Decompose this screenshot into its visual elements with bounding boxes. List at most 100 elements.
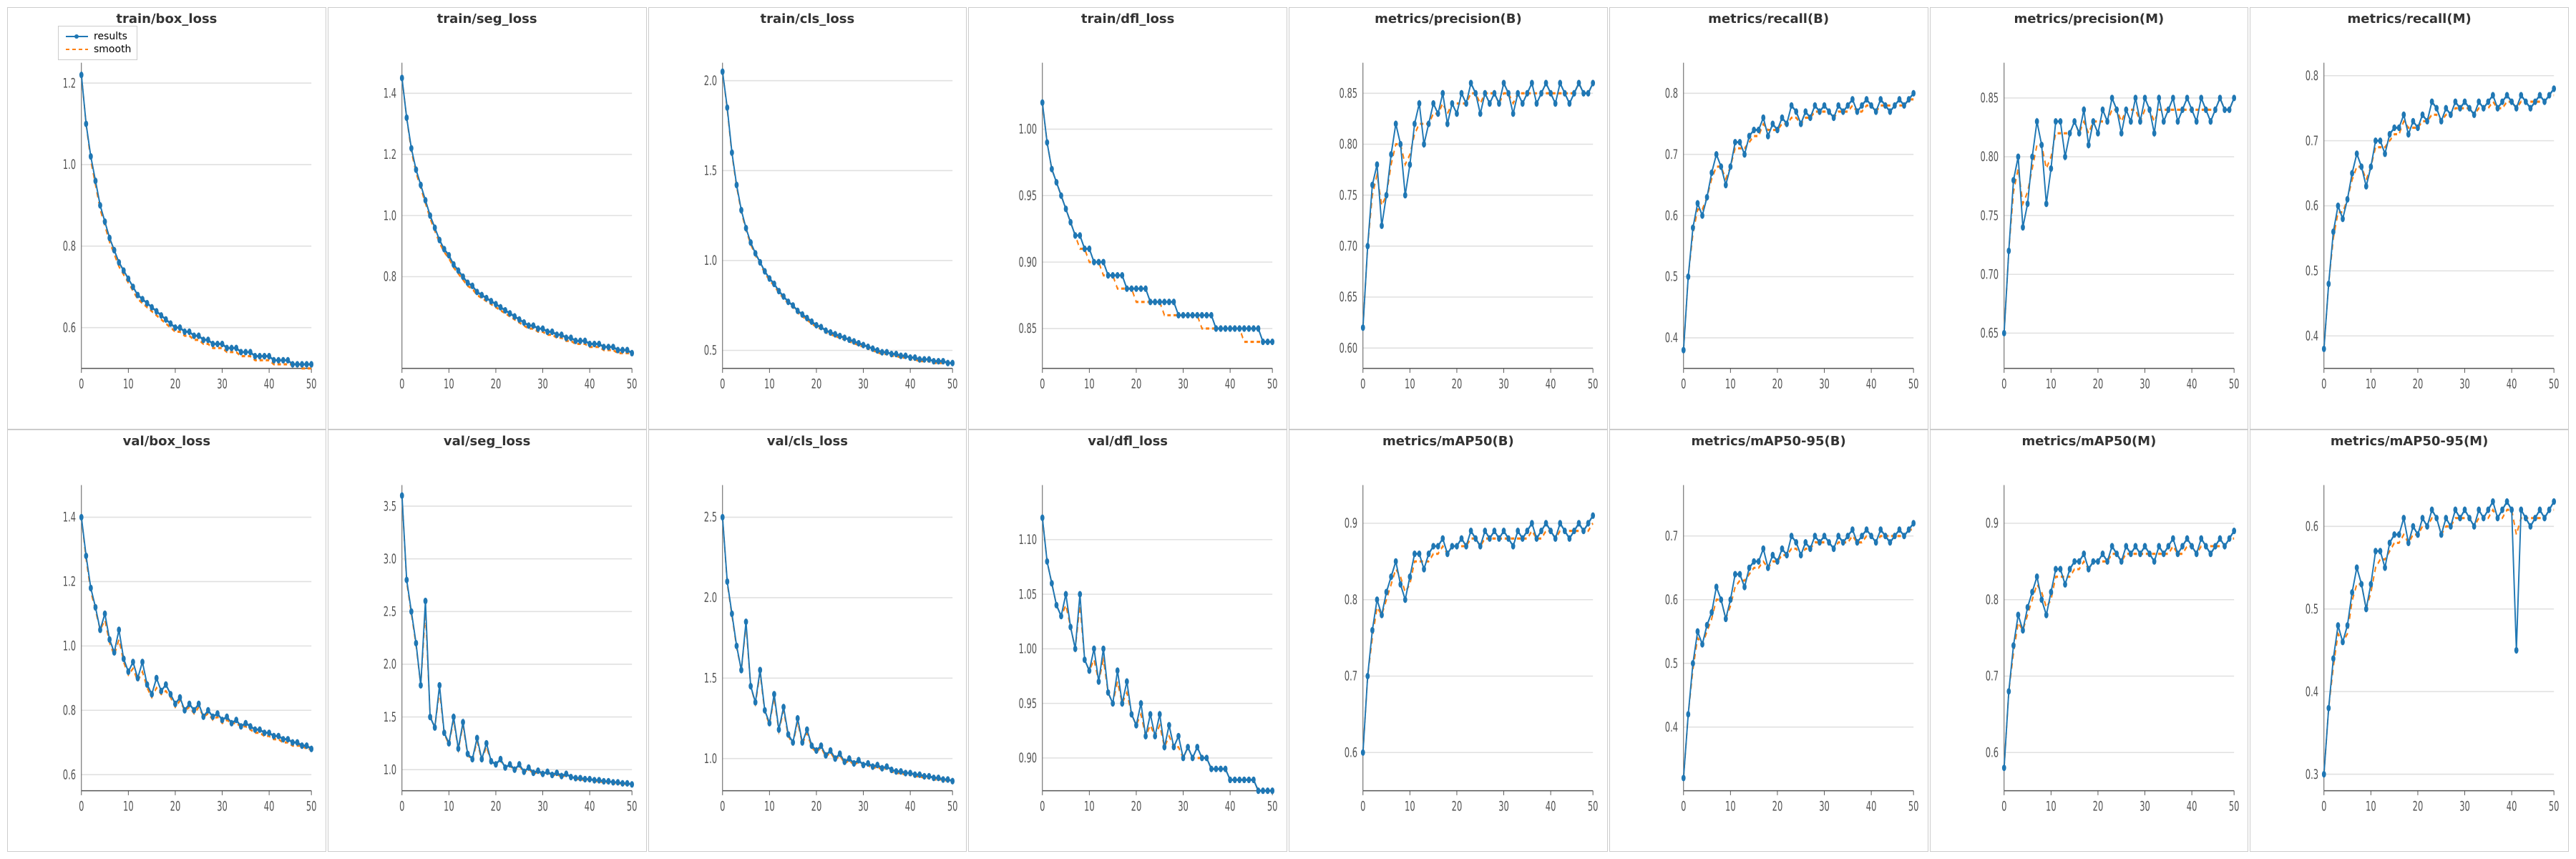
chart-svg: 0.60.50.40.301020304050 — [2286, 452, 2561, 830]
svg-text:0: 0 — [79, 799, 84, 815]
svg-text:1.0: 1.0 — [703, 751, 716, 767]
chart-train_dfl_loss: train/dfl_loss1.000.950.900.850102030405… — [968, 7, 1287, 430]
chart-svg: 2.01.51.00.501020304050 — [685, 29, 960, 407]
svg-text:20: 20 — [490, 377, 501, 392]
svg-text:20: 20 — [1772, 799, 1782, 815]
svg-text:0.85: 0.85 — [1339, 86, 1357, 102]
svg-text:0: 0 — [399, 799, 404, 815]
svg-text:0.8: 0.8 — [63, 703, 76, 719]
chart-svg: 1.41.21.00.801020304050 — [364, 29, 639, 407]
svg-text:0.6: 0.6 — [63, 320, 76, 336]
chart-title: val/cls_loss — [767, 434, 848, 449]
svg-text:20: 20 — [2092, 377, 2103, 392]
svg-text:50: 50 — [1588, 377, 1599, 392]
svg-text:0.8: 0.8 — [2306, 68, 2318, 84]
svg-text:40: 40 — [1546, 377, 1556, 392]
svg-text:40: 40 — [2507, 799, 2517, 815]
svg-text:0.85: 0.85 — [1019, 321, 1038, 336]
svg-text:0.75: 0.75 — [1980, 208, 1999, 223]
chart-metrics_prec_m: metrics/precision(M)0.850.800.750.700.65… — [1930, 7, 2249, 430]
chart-metrics_prec_b: metrics/precision(B)0.850.800.750.700.65… — [1289, 7, 1608, 430]
svg-text:30: 30 — [1498, 799, 1509, 815]
svg-text:0: 0 — [1681, 799, 1686, 815]
top-row: train/box_loss1.21.00.80.601020304050res… — [7, 7, 2569, 430]
svg-text:2.5: 2.5 — [384, 604, 396, 620]
svg-text:30: 30 — [1819, 377, 1830, 392]
svg-text:0.75: 0.75 — [1339, 188, 1357, 203]
svg-text:0.4: 0.4 — [2306, 684, 2318, 700]
svg-text:40: 40 — [2186, 799, 2197, 815]
svg-text:1.00: 1.00 — [1019, 641, 1038, 657]
svg-text:30: 30 — [217, 799, 228, 815]
svg-text:3.0: 3.0 — [384, 551, 396, 567]
chart-svg: 1.000.950.900.8501020304050 — [1005, 29, 1279, 407]
main-container: train/box_loss1.21.00.80.601020304050res… — [0, 0, 2576, 859]
svg-text:50: 50 — [1267, 377, 1278, 392]
svg-text:20: 20 — [1131, 799, 1142, 815]
svg-text:2.5: 2.5 — [703, 510, 716, 525]
svg-text:40: 40 — [264, 377, 275, 392]
svg-text:0.5: 0.5 — [2306, 263, 2318, 279]
svg-text:0: 0 — [1040, 377, 1045, 392]
svg-text:40: 40 — [1225, 799, 1236, 815]
chart-title: metrics/mAP50(B) — [1382, 434, 1514, 449]
svg-text:0.6: 0.6 — [1665, 208, 1678, 223]
svg-text:0.95: 0.95 — [1019, 696, 1038, 712]
svg-text:0.70: 0.70 — [1339, 238, 1357, 254]
svg-text:10: 10 — [764, 799, 775, 815]
svg-text:0.7: 0.7 — [1985, 669, 1998, 684]
chart-title: metrics/precision(M) — [2014, 11, 2164, 26]
chart-title: train/dfl_loss — [1081, 11, 1174, 26]
svg-text:0: 0 — [2001, 799, 2006, 815]
chart-svg: 0.850.800.750.700.6501020304050 — [1966, 29, 2241, 407]
svg-text:20: 20 — [170, 799, 181, 815]
chart-svg: 1.21.00.80.601020304050 — [44, 29, 318, 407]
svg-text:30: 30 — [1819, 799, 1830, 815]
svg-text:10: 10 — [444, 799, 454, 815]
svg-text:30: 30 — [1178, 799, 1189, 815]
chart-metrics_map5095_b: metrics/mAP50-95(B)0.70.60.50.4010203040… — [1609, 430, 1928, 852]
svg-text:40: 40 — [2507, 377, 2517, 392]
svg-text:0.8: 0.8 — [63, 238, 76, 254]
svg-text:1.0: 1.0 — [384, 208, 396, 223]
svg-text:10: 10 — [123, 799, 134, 815]
chart-svg: 2.52.01.51.001020304050 — [685, 452, 960, 830]
svg-text:10: 10 — [123, 377, 134, 392]
svg-text:0: 0 — [79, 377, 84, 392]
svg-text:40: 40 — [904, 799, 915, 815]
bottom-row: val/box_loss1.41.21.00.80.601020304050va… — [7, 430, 2569, 852]
chart-svg: 1.41.21.00.80.601020304050 — [44, 452, 318, 830]
chart-metrics_rec_b: metrics/recall(B)0.80.70.60.50.401020304… — [1609, 7, 1928, 430]
svg-text:0: 0 — [2001, 377, 2006, 392]
svg-text:50: 50 — [2228, 799, 2239, 815]
svg-text:50: 50 — [2549, 799, 2560, 815]
svg-text:0.8: 0.8 — [384, 269, 396, 285]
svg-text:1.5: 1.5 — [384, 709, 396, 725]
svg-text:10: 10 — [1405, 377, 1415, 392]
svg-text:30: 30 — [537, 377, 548, 392]
chart-svg: 3.53.02.52.01.51.001020304050 — [364, 452, 639, 830]
svg-text:40: 40 — [1546, 799, 1556, 815]
svg-text:0.3: 0.3 — [2306, 767, 2318, 782]
svg-text:40: 40 — [1225, 377, 1236, 392]
svg-text:30: 30 — [217, 377, 228, 392]
svg-text:40: 40 — [1866, 377, 1877, 392]
svg-text:0.6: 0.6 — [2306, 519, 2318, 535]
svg-text:2.0: 2.0 — [703, 73, 716, 89]
svg-text:0.60: 0.60 — [1339, 341, 1357, 356]
svg-text:1.2: 1.2 — [63, 75, 76, 91]
svg-text:0.80: 0.80 — [1339, 137, 1357, 152]
svg-text:40: 40 — [904, 377, 915, 392]
svg-text:0: 0 — [720, 799, 725, 815]
svg-text:0.4: 0.4 — [2306, 329, 2318, 344]
svg-text:0.70: 0.70 — [1980, 267, 1999, 283]
chart-title: metrics/mAP50-95(B) — [1692, 434, 1846, 449]
svg-text:1.0: 1.0 — [384, 762, 396, 778]
svg-text:20: 20 — [2413, 377, 2424, 392]
svg-text:0: 0 — [2321, 377, 2326, 392]
chart-svg: 0.90.80.70.601020304050 — [1966, 452, 2241, 830]
svg-text:0.4: 0.4 — [1665, 719, 1678, 735]
svg-text:50: 50 — [947, 377, 957, 392]
chart-metrics_rec_m: metrics/recall(M)0.80.70.60.50.401020304… — [2250, 7, 2569, 430]
svg-text:20: 20 — [1131, 377, 1142, 392]
